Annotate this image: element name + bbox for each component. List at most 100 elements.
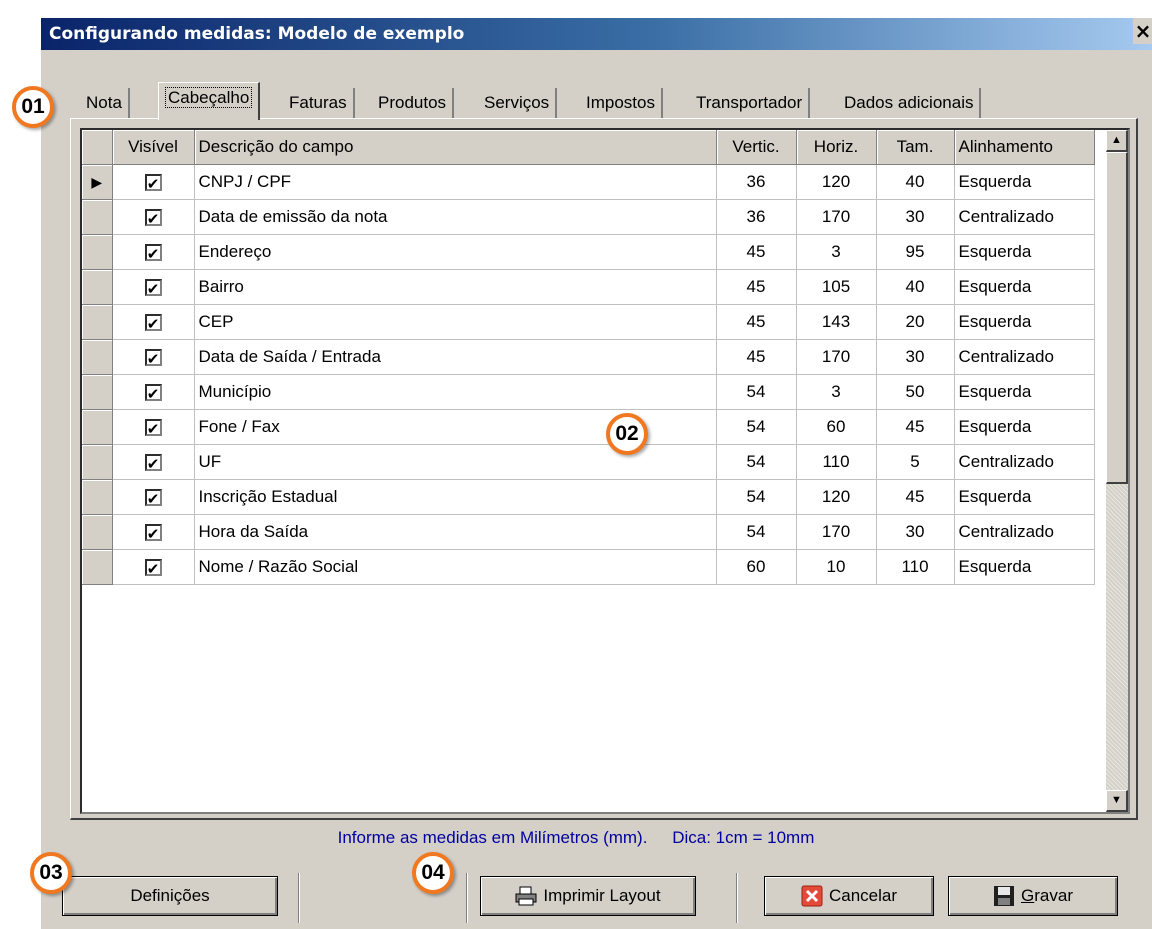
row-indicator[interactable] [82,444,113,480]
vertic-cell[interactable]: 54 [716,374,797,410]
checkbox[interactable]: ✔ [144,384,162,402]
row-indicator[interactable] [82,479,113,515]
checkbox[interactable]: ✔ [144,489,162,507]
horiz-cell[interactable]: 60 [796,409,877,445]
tam-cell[interactable]: 30 [876,339,955,375]
alignment-cell[interactable]: Esquerda [954,479,1095,515]
table-row[interactable]: ✔ Município 54 3 50 Esquerda [82,374,1095,410]
horiz-cell[interactable]: 170 [796,199,877,235]
description-cell[interactable]: CEP [194,304,717,340]
table-row[interactable]: ✔ Data de Saída / Entrada 45 170 30 Centraliz… [82,339,1095,375]
horiz-cell[interactable]: 170 [796,514,877,550]
table-row[interactable]: ✔ Hora da Saída 54 170 30 Centralizado [82,514,1095,550]
col-header-vertic[interactable]: Vertic. [716,130,797,165]
scroll-up-button[interactable]: ▲ [1106,130,1128,152]
description-cell[interactable]: CNPJ / CPF [194,164,717,200]
row-indicator[interactable] [82,409,113,445]
horiz-cell[interactable]: 143 [796,304,877,340]
alignment-cell[interactable]: Esquerda [954,304,1095,340]
tab-faturas[interactable]: Faturas [283,88,355,118]
col-header-tam[interactable]: Tam. [876,130,955,165]
table-row[interactable]: ✔ UF 54 110 5 Centralizado [82,444,1095,480]
checkbox[interactable]: ✔ [144,559,162,577]
visible-checkbox-cell[interactable]: ✔ [112,444,195,480]
alignment-cell[interactable]: Centralizado [954,339,1095,375]
table-row[interactable]: ✔ Endereço 45 3 95 Esquerda [82,234,1095,270]
vertic-cell[interactable]: 54 [716,479,797,515]
table-row[interactable]: ✔ Inscrição Estadual 54 120 45 Esquerda [82,479,1095,515]
visible-checkbox-cell[interactable]: ✔ [112,199,195,235]
horiz-cell[interactable]: 3 [796,234,877,270]
row-indicator[interactable] [82,269,113,305]
table-row[interactable]: ✔ CEP 45 143 20 Esquerda [82,304,1095,340]
vertic-cell[interactable]: 45 [716,234,797,270]
alignment-cell[interactable]: Centralizado [954,514,1095,550]
checkbox[interactable]: ✔ [144,524,162,542]
description-cell[interactable]: Endereço [194,234,717,270]
vertical-scrollbar[interactable]: ▲ ▼ [1106,130,1128,812]
alignment-cell[interactable]: Centralizado [954,444,1095,480]
tab-cabecalho[interactable]: Cabeçalho [158,82,261,120]
checkbox[interactable]: ✔ [144,419,162,437]
row-indicator[interactable] [82,304,113,340]
horiz-cell[interactable]: 110 [796,444,877,480]
tam-cell[interactable]: 40 [876,164,955,200]
horiz-cell[interactable]: 10 [796,549,877,585]
alignment-cell[interactable]: Centralizado [954,199,1095,235]
col-header-alinhamento[interactable]: Alinhamento [954,130,1095,165]
alignment-cell[interactable]: Esquerda [954,374,1095,410]
vertic-cell[interactable]: 36 [716,199,797,235]
description-cell[interactable]: Bairro [194,269,717,305]
table-row[interactable]: ✔ Data de emissão da nota 36 170 30 Centraliz… [82,199,1095,235]
horiz-cell[interactable]: 120 [796,164,877,200]
row-indicator[interactable] [82,199,113,235]
checkbox[interactable]: ✔ [144,279,162,297]
tam-cell[interactable]: 40 [876,269,955,305]
description-cell[interactable]: Data de Saída / Entrada [194,339,717,375]
table-row[interactable]: ✔ Fone / Fax 54 60 45 Esquerda [82,409,1095,445]
horiz-cell[interactable]: 120 [796,479,877,515]
visible-checkbox-cell[interactable]: ✔ [112,339,195,375]
tam-cell[interactable]: 45 [876,479,955,515]
tam-cell[interactable]: 50 [876,374,955,410]
scroll-thumb[interactable] [1106,152,1128,484]
col-header-horiz[interactable]: Horiz. [796,130,877,165]
description-cell[interactable]: Município [194,374,717,410]
vertic-cell[interactable]: 45 [716,339,797,375]
visible-checkbox-cell[interactable]: ✔ [112,164,195,200]
scroll-down-button[interactable]: ▼ [1106,790,1128,812]
alignment-cell[interactable]: Esquerda [954,549,1095,585]
checkbox[interactable]: ✔ [144,454,162,472]
description-cell[interactable]: Hora da Saída [194,514,717,550]
col-header-descricao[interactable]: Descrição do campo [194,130,717,165]
row-indicator[interactable]: ▶ [82,164,113,200]
tab-dados-adicionais[interactable]: Dados adicionais [838,88,982,118]
row-indicator[interactable] [82,514,113,550]
tam-cell[interactable]: 30 [876,514,955,550]
row-indicator[interactable] [82,234,113,270]
description-cell[interactable]: Nome / Razão Social [194,549,717,585]
visible-checkbox-cell[interactable]: ✔ [112,514,195,550]
checkbox[interactable]: ✔ [144,209,162,227]
alignment-cell[interactable]: Esquerda [954,269,1095,305]
checkbox[interactable]: ✔ [144,174,162,192]
imprimir-layout-button[interactable]: Imprimir Layout [480,876,696,916]
visible-checkbox-cell[interactable]: ✔ [112,479,195,515]
visible-checkbox-cell[interactable]: ✔ [112,234,195,270]
vertic-cell[interactable]: 54 [716,514,797,550]
tam-cell[interactable]: 45 [876,409,955,445]
table-row[interactable]: ▶ ✔ CNPJ / CPF 36 120 40 Esquerda [82,164,1095,200]
horiz-cell[interactable]: 105 [796,269,877,305]
tab-impostos[interactable]: Impostos [580,88,663,118]
close-button[interactable]: × [1133,18,1152,44]
visible-checkbox-cell[interactable]: ✔ [112,409,195,445]
table-row[interactable]: ✔ Nome / Razão Social 60 10 110 Esquerda [82,549,1095,585]
horiz-cell[interactable]: 170 [796,339,877,375]
tam-cell[interactable]: 95 [876,234,955,270]
vertic-cell[interactable]: 45 [716,269,797,305]
visible-checkbox-cell[interactable]: ✔ [112,269,195,305]
row-indicator[interactable] [82,339,113,375]
alignment-cell[interactable]: Esquerda [954,234,1095,270]
gravar-button[interactable]: Gravar [948,876,1118,916]
horiz-cell[interactable]: 3 [796,374,877,410]
